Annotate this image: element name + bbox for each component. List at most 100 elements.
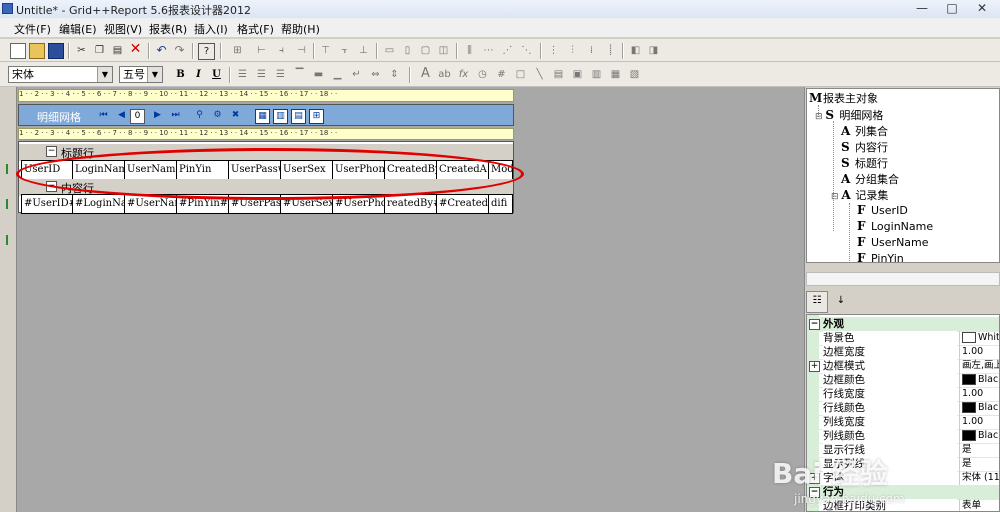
text-align-left-icon[interactable]: ☰ <box>235 67 250 82</box>
cut-icon[interactable]: ✂ <box>74 43 89 58</box>
field-box-icon[interactable]: ab <box>437 67 452 82</box>
vspace-equal-icon[interactable]: ⋮ <box>546 43 561 58</box>
vspace-remove-icon[interactable]: ⸽ <box>603 43 618 58</box>
text-align-bottom-icon[interactable]: ▁ <box>330 67 345 82</box>
property-row[interactable]: 列线颜色 Black <box>807 429 999 444</box>
open-folder-icon[interactable] <box>29 43 45 59</box>
property-row[interactable]: 行线宽度 1.00 <box>807 387 999 402</box>
menu-insert[interactable]: 插入(I) <box>194 21 228 37</box>
grid-rows-icon[interactable]: ▤ <box>291 109 306 124</box>
vspace-increase-icon[interactable]: ⫶ <box>565 43 580 58</box>
property-row[interactable]: 边框颜色 Black <box>807 373 999 388</box>
property-value[interactable]: 画左,画上 <box>959 359 999 373</box>
maximize-button[interactable]: □ <box>937 0 967 17</box>
property-value[interactable]: 1.00 <box>959 415 999 429</box>
font-size-select[interactable]: 五号 ▼ <box>119 66 163 83</box>
memo-icon[interactable]: ▤ <box>551 67 566 82</box>
content-cell[interactable]: #CreatedA <box>437 194 489 214</box>
page-number-icon[interactable]: # <box>494 67 509 82</box>
send-back-icon[interactable]: ◨ <box>646 43 661 58</box>
next-record-icon[interactable]: ▶ <box>151 109 164 122</box>
chart-icon[interactable]: ▦ <box>608 67 623 82</box>
property-value[interactable]: White <box>959 331 999 345</box>
same-height-icon[interactable]: ▯ <box>400 43 415 58</box>
align-bottom-icon[interactable]: ⊥ <box>356 43 371 58</box>
picture-icon[interactable]: ▣ <box>570 67 585 82</box>
collapse-toggle-icon[interactable]: − <box>809 319 820 330</box>
grid-table-icon[interactable]: ⊞ <box>309 109 324 124</box>
save-icon[interactable] <box>48 43 64 59</box>
paste-icon[interactable]: ▤ <box>110 43 125 58</box>
filter-icon[interactable]: ⚙ <box>211 109 224 122</box>
formula-icon[interactable]: fx <box>456 67 471 82</box>
new-file-icon[interactable] <box>10 43 26 59</box>
menu-edit[interactable]: 编辑(E) <box>59 21 97 37</box>
align-middle-icon[interactable]: ⫟ <box>337 43 352 58</box>
close-window-button[interactable]: ✕ <box>967 0 997 17</box>
property-row[interactable]: 边框宽度 1.00 <box>807 345 999 360</box>
text-wrap-icon[interactable]: ↵ <box>349 67 364 82</box>
delete-icon[interactable]: ✕ <box>128 42 143 57</box>
italic-button[interactable]: I <box>191 67 206 82</box>
tree-node-grid[interactable]: ⊟ S 明细网格 <box>815 107 883 123</box>
binoculars-icon[interactable]: ⚲ <box>193 109 206 122</box>
expand-toggle-icon[interactable]: + <box>809 361 820 372</box>
tree-horizontal-scrollbar[interactable] <box>806 272 1000 286</box>
menu-help[interactable]: 帮助(H) <box>281 21 320 37</box>
hspace-equal-icon[interactable]: ⫼ <box>462 43 477 58</box>
content-cell[interactable]: reatedBy# <box>385 194 437 214</box>
tree-field[interactable]: F UserName <box>857 235 929 249</box>
tree-root[interactable]: M报表主对象 <box>809 90 878 106</box>
hspace-decrease-icon[interactable]: ⋰ <box>500 43 515 58</box>
property-row[interactable]: 背景色 White <box>807 331 999 346</box>
prev-record-icon[interactable]: ◀ <box>115 109 128 122</box>
tree-node[interactable]: S 标题行 <box>841 155 888 171</box>
tree-field[interactable]: F UserID <box>857 203 908 217</box>
subreport-icon[interactable]: ▧ <box>627 67 642 82</box>
content-cell[interactable]: difi <box>489 194 513 214</box>
menu-view[interactable]: 视图(V) <box>104 21 142 37</box>
bold-button[interactable]: B <box>173 67 188 82</box>
property-value[interactable]: Black <box>959 373 999 387</box>
tree-node[interactable]: A 列集合 <box>841 123 888 139</box>
first-record-icon[interactable]: ⏮ <box>97 109 110 122</box>
align-left-icon[interactable]: ⊢ <box>254 43 269 58</box>
sort-alpha-icon[interactable]: ↓ <box>830 291 852 313</box>
property-row[interactable]: 行线颜色 Black <box>807 401 999 416</box>
clock-icon[interactable]: ◷ <box>475 67 490 82</box>
menu-file[interactable]: 文件(F) <box>14 21 51 37</box>
content-cell[interactable]: #LoginNam <box>73 194 125 214</box>
align-top-icon[interactable]: ⊤ <box>318 43 333 58</box>
text-align-right-icon[interactable]: ☰ <box>273 67 288 82</box>
redo-icon[interactable]: ↷ <box>172 43 187 58</box>
static-text-icon[interactable]: A <box>418 66 433 81</box>
content-cell[interactable]: #UserID# <box>21 194 73 214</box>
text-align-vcenter-icon[interactable]: ▬ <box>311 67 326 82</box>
menu-report[interactable]: 报表(R) <box>149 21 187 37</box>
align-center-icon[interactable]: ⫞ <box>274 43 289 58</box>
barcode-icon[interactable]: ▥ <box>589 67 604 82</box>
property-value[interactable]: 1.00 <box>959 345 999 359</box>
hspace-increase-icon[interactable]: ⋯ <box>481 43 496 58</box>
line-icon[interactable]: ╲ <box>532 67 547 82</box>
property-row[interactable]: 列线宽度 1.00 <box>807 415 999 430</box>
rectangle-icon[interactable]: □ <box>513 67 528 82</box>
tree-field[interactable]: F PinYin <box>857 251 904 262</box>
help-icon[interactable]: ? <box>198 43 215 60</box>
property-row[interactable]: + 边框模式 画左,画上 <box>807 359 999 374</box>
tree-node[interactable]: S 内容行 <box>841 139 888 155</box>
object-tree[interactable]: M报表主对象 ⊟ S 明细网格 A 列集合 S 内容行 S 标题行 A 分组集合 ⊟ A记… <box>806 88 1000 263</box>
last-record-icon[interactable]: ⏭ <box>169 109 182 122</box>
text-shrink-icon[interactable]: ⇔ <box>368 67 383 82</box>
property-value[interactable]: Black <box>959 401 999 415</box>
align-grid-icon[interactable]: ⊞ <box>230 43 245 58</box>
tree-node-recordset[interactable]: ⊟ A 记录集 <box>831 187 888 203</box>
vspace-decrease-icon[interactable]: ⁞ <box>584 43 599 58</box>
bring-front-icon[interactable]: ◧ <box>628 43 643 58</box>
text-align-center-icon[interactable]: ☰ <box>254 67 269 82</box>
collapse-toggle-icon[interactable]: − <box>46 146 57 157</box>
hspace-remove-icon[interactable]: ⋱ <box>519 43 534 58</box>
clear-filter-icon[interactable]: ✖ <box>229 109 242 122</box>
text-align-top-icon[interactable]: ▔ <box>292 67 307 82</box>
same-size-icon[interactable]: ▢ <box>418 43 433 58</box>
